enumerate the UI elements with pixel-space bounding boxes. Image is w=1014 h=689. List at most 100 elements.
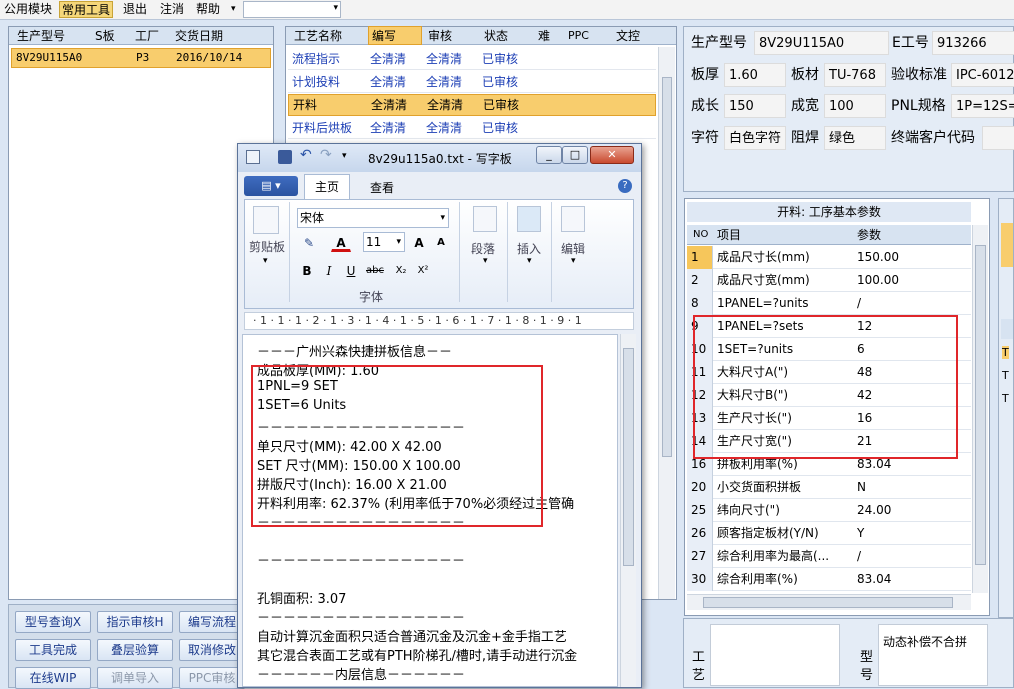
param-row[interactable]: 8 1PANEL=?units / [687,292,971,315]
col-difficulty[interactable]: 难 [538,27,550,45]
import-order-button[interactable]: 调单导入 [97,667,173,689]
paragraph-group-label[interactable]: 段落 [471,240,495,257]
file-menu-button[interactable]: ▤ ▾ [244,176,298,196]
table-row[interactable]: 8V29U115A0 P3 2016/10/14 [11,48,271,68]
customer-code-field[interactable] [982,126,1014,150]
col-reviewer[interactable]: 审核 [428,27,452,45]
eno-field[interactable]: 913266 [932,31,1014,55]
insert-picture-icon[interactable] [517,206,541,232]
param-row[interactable]: 25 纬向尺寸(") 24.00 [687,499,971,522]
pnl-field[interactable]: 1P=12S= [951,94,1014,118]
redo-icon[interactable]: ↷ [320,147,332,163]
tab-home[interactable]: 主页 [304,174,350,199]
insert-dropdown-icon[interactable]: ▾ [527,256,532,266]
table-row[interactable]: 计划投料 全清清 全清清 已审核 [288,71,656,93]
param-scrollbar-h[interactable] [687,594,971,610]
col-no[interactable]: NO [693,225,708,245]
model-query-button[interactable]: 型号查询X [15,611,91,633]
col-value[interactable]: 参数 [857,225,881,245]
save-icon[interactable] [278,150,292,164]
paragraph-dropdown-icon[interactable]: ▾ [483,256,488,266]
ppc-review-button[interactable]: PPC审核 [179,667,245,689]
wordpad-window[interactable]: ↶ ↷ ▾ 8v29u115a0.txt - 写字板 _ □ ✕ ▤ ▾ 主页 … [237,143,642,688]
col-factory[interactable]: 工厂 [135,27,159,45]
right-edge-tab[interactable] [1001,223,1013,267]
highlight-icon[interactable]: ✎ [299,232,319,252]
table-row-selected[interactable]: 开料 全清清 全清清 已审核 [288,94,656,116]
standard-field[interactable]: IPC-6012 [951,63,1014,87]
col-model[interactable]: 生产型号 [17,27,65,45]
grow-font-icon[interactable]: A [409,232,429,252]
length-field[interactable]: 150 [724,94,786,118]
thickness-field[interactable]: 1.60 [724,63,786,87]
param-scrollbar-v[interactable] [972,225,988,593]
tab-view[interactable]: 查看 [362,178,402,198]
scrollbar-thumb[interactable] [703,597,953,608]
toolbar-combo[interactable]: ▾ [243,1,341,18]
scrollbar-thumb[interactable] [975,245,986,565]
edit-group-label[interactable]: 编辑 [561,240,585,257]
font-name-select[interactable]: 宋体 ▾ [297,208,449,228]
paragraph-icon[interactable] [473,206,497,232]
superscript-icon[interactable]: X² [413,260,433,280]
table-row[interactable]: 流程指示 全清清 全清清 已审核 [288,48,656,70]
menu-overflow-icon[interactable]: ▾ [229,1,238,18]
legend-field[interactable]: 白色字符 [724,126,786,150]
close-button[interactable]: ✕ [590,146,634,164]
wordpad-titlebar[interactable]: ↶ ↷ ▾ 8v29u115a0.txt - 写字板 _ □ ✕ [238,144,641,172]
menu-help[interactable]: 帮助 [194,1,222,18]
scrollbar-thumb[interactable] [623,348,634,566]
menu-public-module[interactable]: 公用模块 [2,1,54,18]
scrollbar-thumb[interactable] [662,77,672,457]
undo-icon[interactable]: ↶ [300,147,312,163]
wordpad-app-icon[interactable] [246,150,260,164]
shrink-font-icon[interactable]: A [431,232,451,252]
paste-icon[interactable] [253,206,279,234]
stackup-check-button[interactable]: 叠层验算 [97,639,173,661]
document-scrollbar[interactable] [620,334,636,687]
find-binoculars-icon[interactable] [561,206,585,232]
online-wip-button[interactable]: 在线WIP [15,667,91,689]
tool-complete-button[interactable]: 工具完成 [15,639,91,661]
param-row[interactable]: 2 成品尺寸宽(mm) 100.00 [687,269,971,292]
param-row[interactable]: 20 小交货面积拼板 N [687,476,971,499]
soldermask-field[interactable]: 绿色 [824,126,886,150]
material-field[interactable]: TU-768 [824,63,886,87]
insert-group-label[interactable]: 插入 [517,240,541,257]
width-field[interactable]: 100 [824,94,886,118]
menu-common-tools[interactable]: 常用工具 [59,1,114,18]
quick-access-dropdown-icon[interactable]: ▾ [342,151,347,161]
strikethrough-icon[interactable]: abc [365,260,385,280]
param-row[interactable]: 26 顾客指定板材(Y/N) Y [687,522,971,545]
model-field[interactable]: 8V29U115A0 [754,31,889,55]
italic-icon[interactable]: I [319,260,339,280]
param-row[interactable]: 1 成品尺寸长(mm) 150.00 [687,246,971,269]
menu-logout[interactable]: 注消 [158,1,186,18]
underline-icon[interactable]: U [341,260,361,280]
bold-icon[interactable]: B [297,260,317,280]
clipboard-dropdown-icon[interactable]: ▾ [263,256,268,266]
process-scrollbar[interactable] [658,47,675,599]
process-box[interactable] [710,624,840,686]
param-row[interactable]: 27 综合利用率为最高(... / [687,545,971,568]
font-color-icon[interactable]: A [331,232,351,252]
review-instruction-button[interactable]: 指示审核H [97,611,173,633]
col-doc-control[interactable]: 文控 [616,27,640,45]
col-writer[interactable]: 编写 [368,26,422,45]
col-delivery-date[interactable]: 交货日期 [175,27,223,45]
note-box[interactable]: 动态补偿不合拼 [878,624,988,686]
subscript-icon[interactable]: X₂ [391,260,411,280]
cancel-edit-button[interactable]: 取消修改 [179,639,245,661]
font-size-select[interactable]: 11 ▾ [363,232,405,252]
col-s-board[interactable]: S板 [95,27,115,45]
maximize-button[interactable]: □ [562,146,588,164]
help-icon[interactable]: ? [618,179,632,193]
write-flow-button[interactable]: 编写流程 [179,611,245,633]
param-row[interactable]: 30 综合利用率(%) 83.04 [687,568,971,591]
col-status[interactable]: 状态 [484,27,508,45]
col-process-name[interactable]: 工艺名称 [294,27,342,45]
minimize-button[interactable]: _ [536,146,562,164]
edit-dropdown-icon[interactable]: ▾ [571,256,576,266]
table-row[interactable]: 开料后烘板 全清清 全清清 已审核 [288,117,656,139]
col-item[interactable]: 项目 [717,225,741,245]
